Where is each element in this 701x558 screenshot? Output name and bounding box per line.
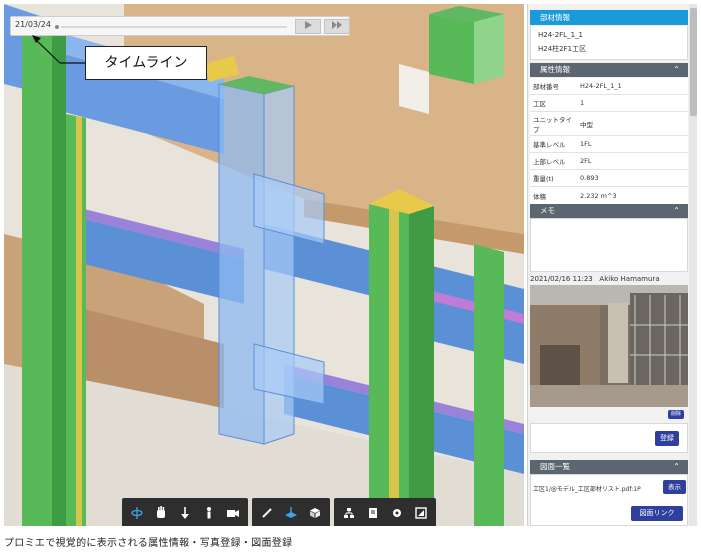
chevron-up-icon: ⌃ bbox=[673, 206, 680, 215]
figure-caption: プロミエで視覚的に表示される属性情報・写真登録・図面登録 bbox=[4, 538, 293, 549]
attr-value: 0.893 bbox=[580, 174, 599, 182]
view-toolbar bbox=[122, 498, 436, 526]
fast-forward-icon bbox=[332, 21, 342, 29]
member-info-panel: 部材情報 H24-2FL_1_1 H24柱2F1工区 属性情報 ⌃ 部材番号 H… bbox=[527, 4, 697, 526]
attributes-table: 部材番号 H24-2FL_1_1 工区 1 ユニットタイプ 中型 基準レベル 1… bbox=[530, 78, 688, 205]
attr-key: ユニットタイプ bbox=[533, 115, 572, 134]
play-button[interactable] bbox=[295, 19, 321, 34]
memo-textarea[interactable] bbox=[530, 218, 688, 272]
timeline-callout: タイムライン bbox=[85, 46, 207, 80]
member-info-header: 部材情報 bbox=[530, 10, 688, 25]
table-row: 重量(t) 0.893 bbox=[530, 170, 688, 187]
register-button[interactable]: 登録 bbox=[655, 431, 679, 446]
attr-value: 2.232 m^3 bbox=[580, 191, 617, 200]
camera-icon[interactable] bbox=[222, 501, 244, 525]
fast-forward-button[interactable] bbox=[324, 19, 350, 34]
attr-key: 上部レベル bbox=[533, 158, 566, 166]
section-plane-icon[interactable] bbox=[280, 501, 302, 525]
fullscreen-icon[interactable] bbox=[410, 501, 432, 525]
cube-icon[interactable] bbox=[304, 501, 326, 525]
table-row: 体積 2.232 m^3 bbox=[530, 187, 688, 205]
memo-timestamp: 2021/02/16 11:23 Akiko Hamamura bbox=[530, 275, 660, 283]
drawings-list: 工区1/@モデル_工区部材リスト.pdf:1P 表示 図面リンク bbox=[530, 474, 688, 526]
memo-title: メモ bbox=[540, 206, 555, 215]
memo-section-toggle[interactable]: メモ ⌃ bbox=[530, 204, 688, 218]
play-icon bbox=[305, 21, 312, 29]
member-id: H24-2FL_1_1 bbox=[538, 31, 583, 39]
drawing-link-button[interactable]: 図面リンク bbox=[631, 506, 683, 521]
navigation-tool-group bbox=[122, 498, 248, 526]
attr-value: 中型 bbox=[580, 120, 593, 129]
attr-key: 部材番号 bbox=[533, 83, 559, 91]
chevron-up-icon: ⌃ bbox=[673, 65, 680, 74]
drawing-file-link[interactable]: 工区1/@モデル_工区部材リスト.pdf:1P bbox=[533, 484, 641, 493]
settings-icon[interactable] bbox=[386, 501, 408, 525]
attributes-title: 属性情報 bbox=[540, 65, 570, 74]
table-row: 工区 1 bbox=[530, 95, 688, 112]
tree-icon[interactable] bbox=[338, 501, 360, 525]
attr-key: 体積 bbox=[533, 192, 546, 201]
attr-value: H24-2FL_1_1 bbox=[580, 82, 622, 90]
table-row: 基準レベル 1FL bbox=[530, 136, 688, 153]
attr-key: 工区 bbox=[533, 100, 546, 108]
model-viewport[interactable]: 21/03/24 タイムライン bbox=[4, 4, 524, 526]
drawings-section-toggle[interactable]: 図面一覧 ⌃ bbox=[530, 460, 688, 474]
app-window: 21/03/24 タイムライン 部材情報 H24-2FL_1_1 H24柱2F1… bbox=[0, 0, 701, 558]
attr-value: 1FL bbox=[580, 140, 592, 148]
attr-value: 2FL bbox=[580, 157, 592, 165]
scrollbar-thumb[interactable] bbox=[690, 8, 697, 116]
delete-photo-button[interactable]: 削除 bbox=[668, 410, 684, 419]
chevron-up-icon: ⌃ bbox=[673, 462, 680, 471]
utility-tool-group bbox=[334, 498, 436, 526]
person-icon[interactable] bbox=[198, 501, 220, 525]
document-icon[interactable] bbox=[362, 501, 384, 525]
memo-actions: 登録 bbox=[530, 423, 688, 453]
panel-scrollbar[interactable] bbox=[689, 4, 697, 526]
site-photo[interactable] bbox=[530, 285, 688, 407]
orbit-icon[interactable] bbox=[126, 501, 148, 525]
table-row: 上部レベル 2FL bbox=[530, 153, 688, 170]
table-row: 部材番号 H24-2FL_1_1 bbox=[530, 78, 688, 95]
walk-down-icon[interactable] bbox=[174, 501, 196, 525]
pencil-icon[interactable] bbox=[256, 501, 278, 525]
attributes-section-toggle[interactable]: 属性情報 ⌃ bbox=[530, 63, 688, 77]
attr-key: 重量(t) bbox=[533, 175, 554, 183]
table-row: ユニットタイプ 中型 bbox=[530, 112, 688, 136]
pan-hand-icon[interactable] bbox=[150, 501, 172, 525]
drawings-title: 図面一覧 bbox=[540, 462, 570, 471]
show-drawing-button[interactable]: 表示 bbox=[663, 480, 686, 494]
member-name: H24柱2F1工区 bbox=[538, 45, 587, 53]
member-summary: H24-2FL_1_1 H24柱2F1工区 bbox=[530, 26, 688, 60]
edit-tool-group bbox=[252, 498, 330, 526]
attr-value: 1 bbox=[580, 99, 585, 107]
attr-key: 基準レベル bbox=[533, 141, 566, 149]
